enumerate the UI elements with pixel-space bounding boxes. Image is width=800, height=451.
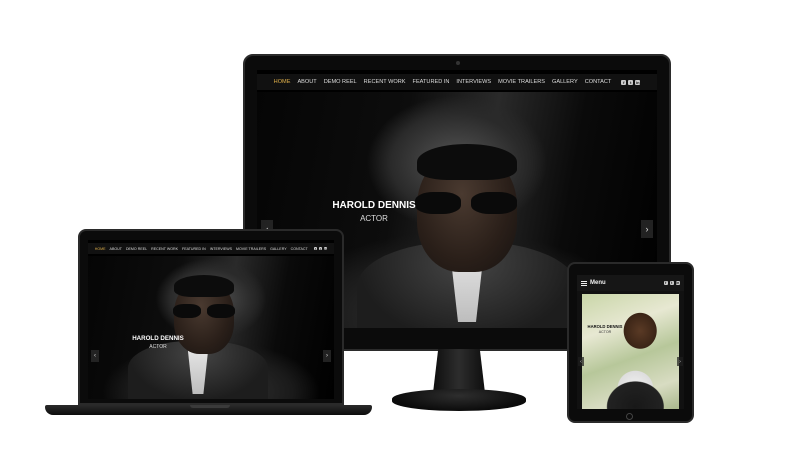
monitor-stand-base [392,389,526,411]
home-button[interactable] [626,413,633,420]
hero-name: HAROLD DENNIS [587,324,623,329]
menu-toggle[interactable]: Menu [581,280,606,286]
nav-featured-in[interactable]: FEATURED IN [413,79,450,85]
mobile-header: Menu f t in [577,275,684,291]
slider-prev-arrow[interactable]: ‹ [91,350,99,362]
nav-home[interactable]: HOME [274,79,291,85]
social-links: f t in [621,79,641,85]
hero-role: ACTOR [149,344,167,350]
main-nav: HOME ABOUT DEMO REEL RECENT WORK FEATURE… [88,243,334,254]
nav-contact[interactable]: CONTACT [585,79,612,85]
hero-photo [582,294,679,409]
laptop: HOME ABOUT DEMO REEL RECENT WORK FEATURE… [78,229,344,405]
nav-featured-in[interactable]: FEATURED IN [182,247,206,251]
menu-label: Menu [590,280,606,286]
glasses-right [207,304,235,318]
laptop-screen: HOME ABOUT DEMO REEL RECENT WORK FEATURE… [88,240,334,399]
facebook-icon[interactable]: f [313,247,318,251]
linkedin-icon[interactable]: in [323,247,328,251]
webcam [456,61,460,65]
social-links: f t in [313,247,328,251]
linkedin-icon[interactable]: in [635,79,641,85]
facebook-icon[interactable]: f [663,280,668,286]
nav-movie-trailers[interactable]: MOVIE TRAILERS [236,247,266,251]
nav-about[interactable]: ABOUT [297,79,316,85]
twitter-icon[interactable]: t [318,247,323,251]
hero-role: ACTOR [598,330,612,334]
nav-home[interactable]: HOME [95,247,106,251]
facebook-icon[interactable]: f [621,79,627,85]
nav-gallery[interactable]: GALLERY [270,247,287,251]
twitter-icon[interactable]: t [669,280,674,286]
tablet-screen: Menu f t in HAROLD DENNIS ACTOR ‹ › [577,275,684,409]
main-nav: HOME ABOUT DEMO REEL RECENT WORK FEATURE… [257,74,657,90]
nav-gallery[interactable]: GALLERY [552,79,578,85]
nav-about[interactable]: ABOUT [110,247,122,251]
nav-contact[interactable]: CONTACT [291,247,308,251]
nav-recent-work[interactable]: RECENT WORK [364,79,406,85]
twitter-icon[interactable]: t [628,79,634,85]
nav-movie-trailers[interactable]: MOVIE TRAILERS [498,79,545,85]
hero-role: ACTOR [360,214,388,223]
slider-next-arrow[interactable]: › [677,357,683,366]
nav-demo-reel[interactable]: DEMO REEL [126,247,147,251]
hair [417,144,517,180]
nav-interviews[interactable]: INTERVIEWS [210,247,232,251]
hero-photo [88,256,334,399]
social-links: f t in [663,280,680,286]
tablet: Menu f t in HAROLD DENNIS ACTOR ‹ › [567,262,694,423]
hair [174,275,234,297]
hero-name: HAROLD DENNIS [132,335,184,342]
glasses-right [471,192,517,214]
glasses-left [173,304,201,318]
slider-next-arrow[interactable]: › [641,220,653,238]
nav-recent-work[interactable]: RECENT WORK [151,247,178,251]
hamburger-icon [581,280,587,286]
slider-next-arrow[interactable]: › [323,350,331,362]
linkedin-icon[interactable]: in [675,280,680,286]
slider-prev-arrow[interactable]: ‹ [578,357,584,366]
hero-caption: HAROLD DENNIS ACTOR [583,324,627,334]
nav-demo-reel[interactable]: DEMO REEL [324,79,357,85]
monitor-stand-neck [433,349,485,393]
hero-name: HAROLD DENNIS [332,200,416,211]
nav-interviews[interactable]: INTERVIEWS [456,79,491,85]
laptop-notch [190,405,230,408]
hero-caption: HAROLD DENNIS ACTOR [123,335,193,350]
hero-caption: HAROLD DENNIS ACTOR [319,200,429,223]
